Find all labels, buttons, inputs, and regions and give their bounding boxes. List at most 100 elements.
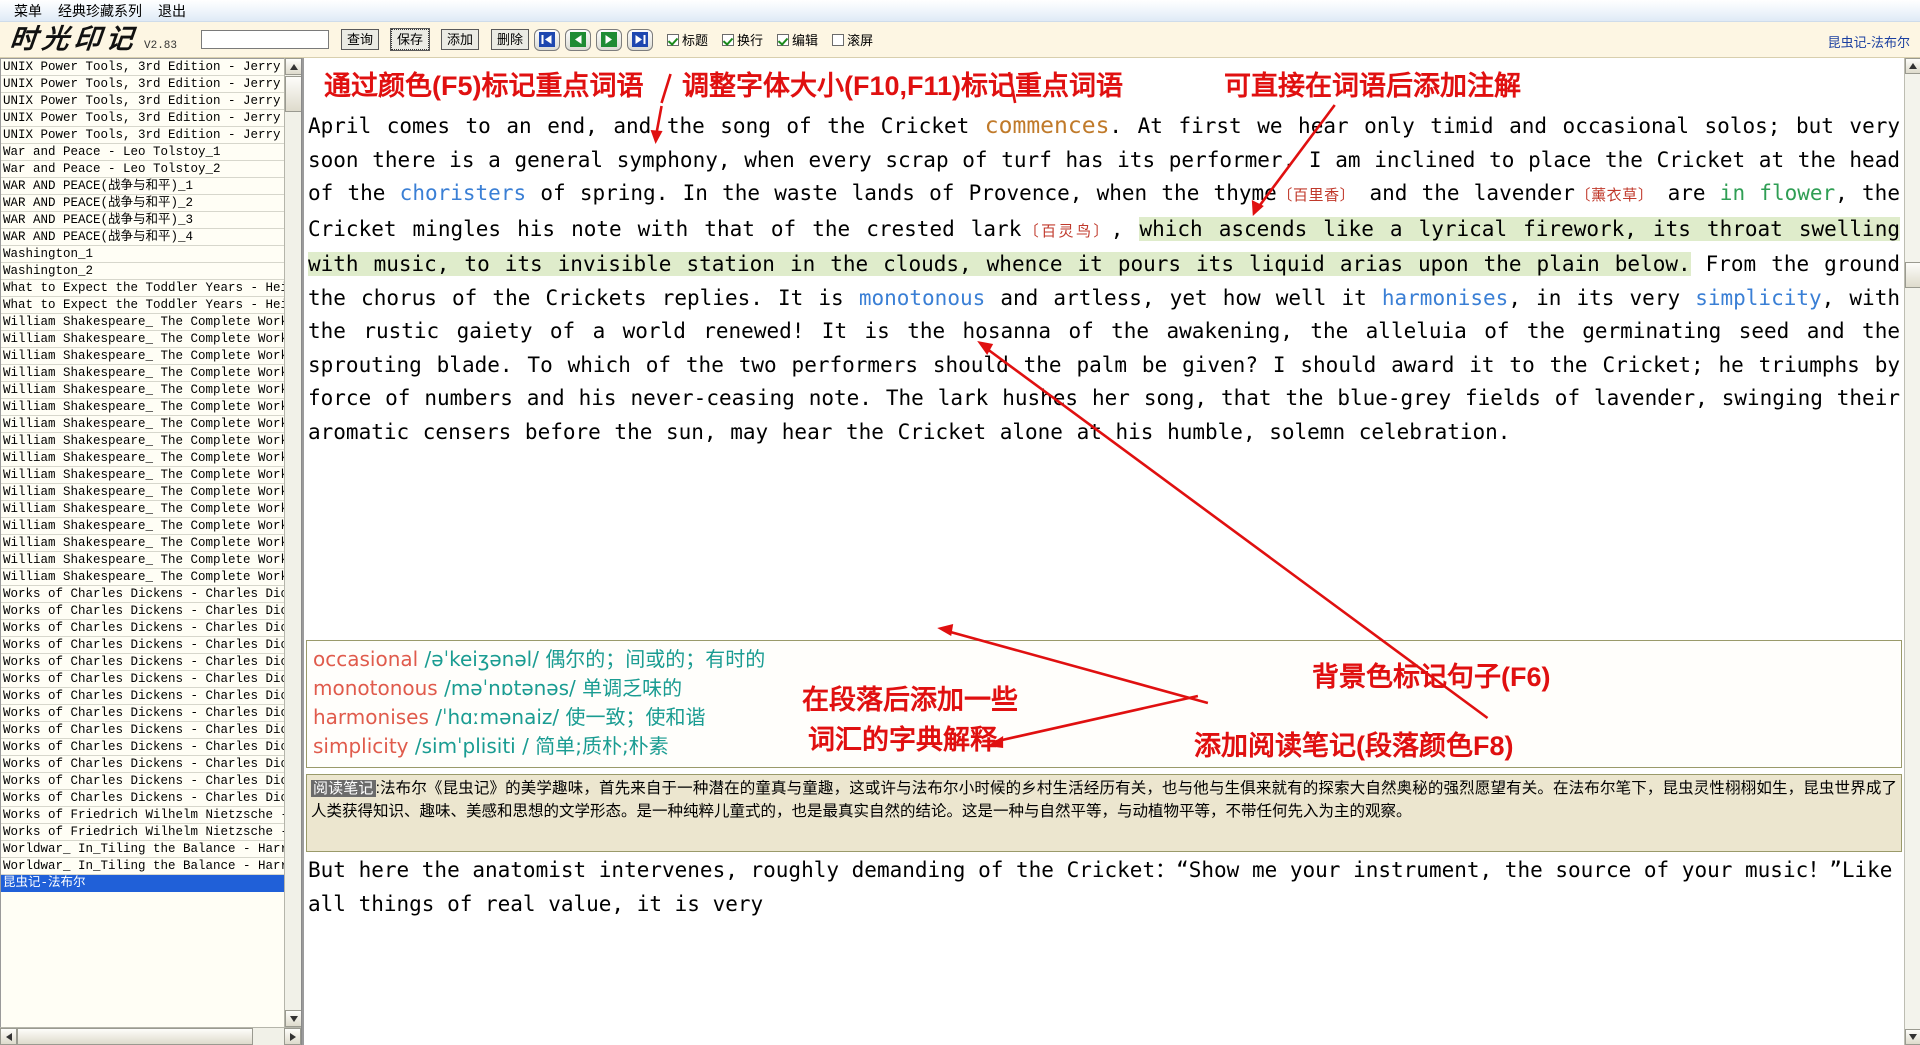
list-item[interactable]: Works of Charles Dickens - Charles Dicke…	[1, 705, 284, 722]
checkbox-title[interactable]: 标题	[667, 30, 708, 49]
list-item[interactable]: UNIX Power Tools, 3rd Edition - Jerry Pe…	[1, 110, 284, 127]
add-button[interactable]: 添加	[441, 29, 480, 50]
list-item[interactable]: UNIX Power Tools, 3rd Edition - Jerry Pe…	[1, 76, 284, 93]
list-item[interactable]: Works of Friedrich Wilhelm Nietzsche - F…	[1, 824, 284, 841]
list-item[interactable]: Works of Charles Dickens - Charles Dicke…	[1, 620, 284, 637]
list-item[interactable]: Washington_1	[1, 246, 284, 263]
list-item[interactable]: William Shakespeare_ The Complete Works …	[1, 467, 284, 484]
list-item[interactable]: William Shakespeare_ The Complete Works …	[1, 399, 284, 416]
list-item[interactable]: Works of Charles Dickens - Charles Dicke…	[1, 586, 284, 603]
list-item[interactable]: William Shakespeare_ The Complete Works …	[1, 314, 284, 331]
sidebar-scroll-left-button[interactable]	[0, 1028, 17, 1045]
article-segment-cn-note: 〔薰衣草〕	[1574, 187, 1654, 204]
article-tail-text[interactable]: But here the anatomist intervenes, rough…	[308, 854, 1900, 944]
prev-page-button[interactable]	[565, 28, 592, 51]
list-item[interactable]: WAR AND PEACE(战争与和平)_3	[1, 212, 284, 229]
sidebar-hscroll-thumb[interactable]	[17, 1028, 253, 1045]
list-item[interactable]: Works of Charles Dickens - Charles Dicke…	[1, 722, 284, 739]
list-item[interactable]: UNIX Power Tools, 3rd Edition - Jerry Pe…	[1, 127, 284, 144]
reader-scroll-down-button[interactable]	[1905, 1029, 1920, 1045]
list-item[interactable]: William Shakespeare_ The Complete Works …	[1, 569, 284, 586]
dictionary-meaning: 偶尔的；间或的；有时的	[545, 647, 766, 671]
list-item[interactable]: What to Expect the Toddler Years - Heidi…	[1, 280, 284, 297]
list-item[interactable]: Works of Charles Dickens - Charles Dicke…	[1, 688, 284, 705]
list-item[interactable]: William Shakespeare_ The Complete Works …	[1, 450, 284, 467]
list-item[interactable]: WAR AND PEACE(战争与和平)_4	[1, 229, 284, 246]
sidebar-scroll-down-button[interactable]	[285, 1010, 301, 1027]
sidebar-vertical-scrollbar[interactable]	[284, 58, 301, 1027]
list-item[interactable]: William Shakespeare_ The Complete Works …	[1, 518, 284, 535]
checkbox-edit-box[interactable]	[777, 33, 790, 46]
list-item[interactable]: Works of Charles Dickens - Charles Dicke…	[1, 603, 284, 620]
list-item[interactable]: WAR AND PEACE(战争与和平)_1	[1, 178, 284, 195]
list-item[interactable]: Works of Charles Dickens - Charles Dicke…	[1, 756, 284, 773]
menu-item-exit[interactable]: 退出	[150, 1, 194, 21]
list-item[interactable]: Works of Charles Dickens - Charles Dicke…	[1, 739, 284, 756]
reader-panel: April comes to an end, and the song of t…	[302, 58, 1920, 1045]
dictionary-entry: monotonous /məˈnɒtənəs/ 单调乏味的	[313, 674, 1895, 703]
article-segment-cn-note: 〔百灵鸟〕	[1021, 222, 1111, 240]
sidebar-scroll-right-button[interactable]	[284, 1028, 301, 1045]
reading-notes-panel[interactable]: 阅读笔记:法布尔《昆虫记》的美学趣味，首先来自于一种潜在的童真与童趣，这或许与法…	[306, 774, 1902, 852]
menu-item-classic-series[interactable]: 经典珍藏系列	[50, 1, 150, 21]
dictionary-phonetic: /ˈhɑːmənaiz/	[435, 705, 566, 729]
last-page-button[interactable]	[627, 28, 654, 51]
list-item[interactable]: Worldwar_ In_Tiling the Balance - Harry …	[1, 841, 284, 858]
list-item[interactable]: William Shakespeare_ The Complete Works …	[1, 348, 284, 365]
dictionary-panel[interactable]: occasional /əˈkeiʒənəl/ 偶尔的；间或的；有时的 monot…	[306, 640, 1902, 768]
menu-item-menu[interactable]: 菜单	[6, 1, 50, 21]
list-item[interactable]: William Shakespeare_ The Complete Works …	[1, 535, 284, 552]
dictionary-word: occasional	[313, 647, 425, 671]
chevron-up-icon	[1909, 63, 1917, 69]
query-button[interactable]: 查询	[341, 29, 380, 50]
list-item[interactable]: 昆虫记-法布尔	[1, 875, 284, 892]
document-list[interactable]: UNIX Power Tools, 3rd Edition - Jerry Pe…	[0, 58, 284, 1027]
sidebar-scroll-thumb[interactable]	[285, 76, 301, 112]
list-item[interactable]: William Shakespeare_ The Complete Works …	[1, 382, 284, 399]
list-item[interactable]: Works of Charles Dickens - Charles Dicke…	[1, 654, 284, 671]
list-item[interactable]: William Shakespeare_ The Complete Works …	[1, 484, 284, 501]
list-item[interactable]: Washington_2	[1, 263, 284, 280]
reader-scroll-thumb[interactable]	[1905, 262, 1920, 288]
dictionary-meaning: 使一致；使和谐	[565, 705, 706, 729]
list-item[interactable]: Works of Charles Dickens - Charles Dicke…	[1, 790, 284, 807]
list-item[interactable]: William Shakespeare_ The Complete Works …	[1, 416, 284, 433]
list-item[interactable]: William Shakespeare_ The Complete Works …	[1, 331, 284, 348]
list-item[interactable]: WAR AND PEACE(战争与和平)_2	[1, 195, 284, 212]
article-body[interactable]: April comes to an end, and the song of t…	[304, 58, 1904, 449]
list-item[interactable]: UNIX Power Tools, 3rd Edition - Jerry Pe…	[1, 93, 284, 110]
next-page-button[interactable]	[596, 28, 623, 51]
list-item[interactable]: Worldwar_ In_Tiling the Balance - Harry …	[1, 858, 284, 875]
app-version: V2.83	[144, 39, 178, 52]
list-item[interactable]: Works of Charles Dickens - Charles Dicke…	[1, 637, 284, 654]
checkbox-wrap[interactable]: 换行	[722, 30, 763, 49]
checkbox-scroll-box[interactable]	[832, 33, 845, 46]
checkbox-edit-label: 编辑	[792, 33, 819, 48]
checkbox-title-label: 标题	[682, 33, 709, 48]
sidebar-scroll-up-button[interactable]	[285, 58, 301, 75]
reader-vertical-scrollbar[interactable]	[1904, 58, 1920, 1045]
list-item[interactable]: War and Peace - Leo Tolstoy_1	[1, 144, 284, 161]
list-item[interactable]: What to Expect the Toddler Years - Heidi…	[1, 297, 284, 314]
search-input[interactable]	[201, 30, 330, 49]
sidebar-horizontal-scrollbar[interactable]	[0, 1027, 301, 1045]
list-item[interactable]: Works of Charles Dickens - Charles Dicke…	[1, 671, 284, 688]
checkbox-wrap-box[interactable]	[722, 33, 735, 46]
dictionary-word: monotonous	[313, 676, 445, 700]
checkbox-scroll[interactable]: 滚屏	[832, 30, 873, 49]
list-item[interactable]: War and Peace - Leo Tolstoy_2	[1, 161, 284, 178]
list-item[interactable]: William Shakespeare_ The Complete Works …	[1, 365, 284, 382]
checkbox-title-box[interactable]	[667, 33, 680, 46]
delete-button[interactable]: 删除	[491, 29, 530, 50]
list-item[interactable]: Works of Friedrich Wilhelm Nietzsche - F…	[1, 807, 284, 824]
save-button[interactable]: 保存	[390, 28, 431, 51]
article-segment-green: in flower	[1719, 181, 1836, 205]
first-page-button[interactable]	[534, 28, 561, 51]
reader-scroll-up-button[interactable]	[1905, 58, 1920, 74]
list-item[interactable]: Works of Charles Dickens - Charles Dicke…	[1, 773, 284, 790]
list-item[interactable]: William Shakespeare_ The Complete Works …	[1, 501, 284, 518]
list-item[interactable]: William Shakespeare_ The Complete Works …	[1, 433, 284, 450]
checkbox-edit[interactable]: 编辑	[777, 30, 818, 49]
list-item[interactable]: UNIX Power Tools, 3rd Edition - Jerry Pe…	[1, 59, 284, 76]
list-item[interactable]: William Shakespeare_ The Complete Works …	[1, 552, 284, 569]
